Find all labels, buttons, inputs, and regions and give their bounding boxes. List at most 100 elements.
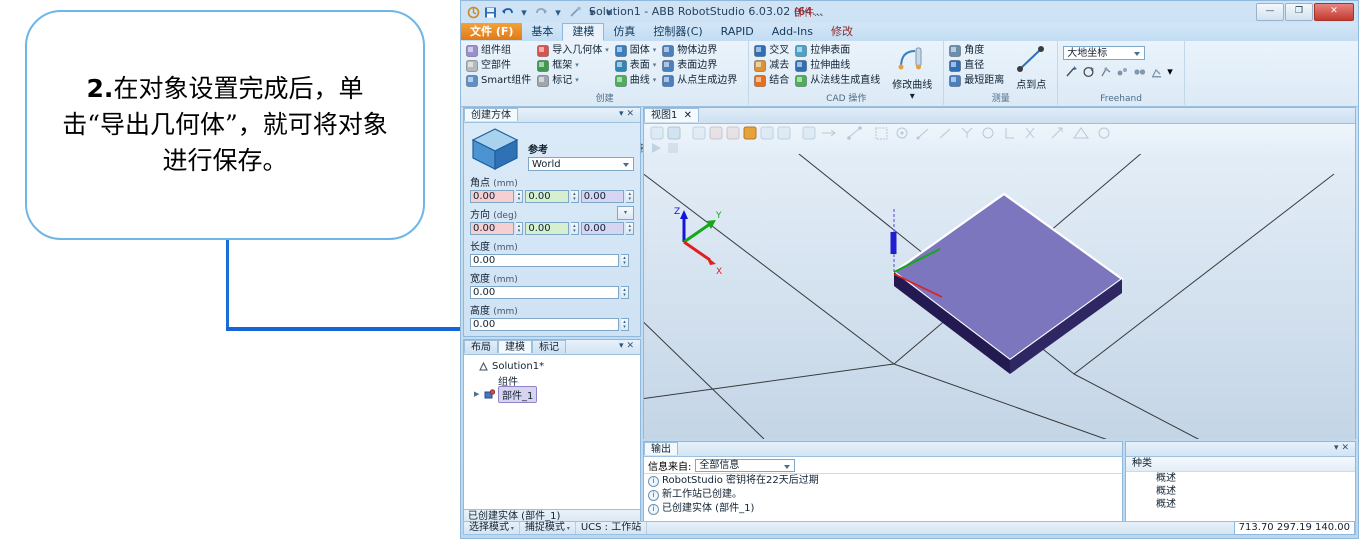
output-filter-row[interactable]: 信息来自: 全部信息 bbox=[644, 457, 1122, 474]
ribbon-item-Smart组件[interactable]: Smart组件 bbox=[466, 73, 531, 88]
viewport-canvas[interactable]: Z Y X bbox=[644, 154, 1355, 439]
input-角点-2[interactable]: 0.00 bbox=[580, 190, 625, 203]
undo-icon[interactable] bbox=[500, 6, 514, 20]
spinner-角点-1[interactable]: ▴ ▾ bbox=[571, 190, 579, 203]
statusbar-select-mode[interactable]: 选择模式 bbox=[464, 522, 520, 534]
jog-linear-icon[interactable] bbox=[1116, 65, 1129, 78]
output-message-list[interactable]: i RobotStudio 密钥将在22天后过期 i 新工作站已创建。 i 已创建实体 (… bbox=[644, 474, 1122, 516]
ribbon-item-最短距离[interactable]: 最短距离 bbox=[949, 73, 1004, 88]
maximize-button[interactable]: ❐ bbox=[1285, 3, 1313, 21]
ribbon-item-空部件[interactable]: 空部件 bbox=[466, 58, 531, 73]
output-filter-select[interactable]: 全部信息 bbox=[695, 458, 796, 472]
viewport-tabstrip[interactable]: 视图1 ✕ bbox=[644, 108, 1355, 124]
object-tree[interactable]: Solution1* 组件 ▶ 部件_1 bbox=[464, 355, 640, 405]
ribbon-tab-3[interactable]: 仿真 bbox=[604, 23, 644, 40]
output-row-1[interactable]: i 新工作站已创建。 bbox=[644, 488, 1122, 502]
browser-tab-标记[interactable]: 标记 bbox=[532, 340, 566, 353]
ribbon-tabstrip[interactable]: 文件 (F) 基本 建模 仿真 控制器(C) RAPID Add-Ins 修改 bbox=[461, 23, 1358, 42]
ribbon-tab-1[interactable]: 基本 bbox=[522, 23, 562, 40]
chevron-down-icon[interactable]: ▾ bbox=[575, 73, 579, 88]
ribbon-item-从点生成边界[interactable]: 从点生成边界 bbox=[662, 73, 737, 88]
ribbon-item-表面[interactable]: 表面 ▾ bbox=[614, 58, 657, 73]
save-icon[interactable] bbox=[483, 6, 497, 20]
statusbar-snap-mode[interactable]: 捕捉模式 bbox=[520, 522, 576, 534]
output-row-2[interactable]: i 已创建实体 (部件_1) bbox=[644, 502, 1122, 516]
output-tab[interactable]: 输出 bbox=[644, 442, 678, 455]
multirobot-icon[interactable] bbox=[1150, 65, 1163, 78]
orientation-picker-button[interactable]: ▾ bbox=[617, 206, 634, 220]
chevron-down-icon[interactable]: ▾ bbox=[653, 58, 657, 73]
input-角点-1[interactable]: 0.00 bbox=[525, 190, 570, 203]
ribbon-item-减去[interactable]: 减去 bbox=[754, 58, 789, 73]
tree-node-Solution1*[interactable]: Solution1* bbox=[468, 359, 636, 373]
close-button[interactable]: ✕ bbox=[1314, 3, 1354, 21]
ribbon-item-从法线生成直线[interactable]: 从法线生成直线 bbox=[795, 73, 880, 88]
input-方向-0[interactable]: 0.00 bbox=[470, 222, 514, 235]
ribbon-item-标记[interactable]: 标记 ▾ bbox=[537, 73, 609, 88]
chevron-down-icon[interactable]: ▾ bbox=[517, 6, 531, 20]
ribbon-item-交叉[interactable]: 交叉 bbox=[754, 43, 789, 58]
ribbon-item-框架[interactable]: 框架 ▾ bbox=[537, 58, 609, 73]
browser-tabs[interactable]: 布局 建模 标记 ▾✕ bbox=[464, 340, 640, 355]
viewport-tab[interactable]: 视图1 ✕ bbox=[644, 108, 699, 122]
input-方向-2[interactable]: 0.00 bbox=[580, 222, 625, 235]
ribbon-item-组件组[interactable]: 组件组 bbox=[466, 43, 531, 58]
minimize-button[interactable]: — bbox=[1256, 3, 1284, 21]
ribbon-tab-6[interactable]: Add-Ins bbox=[763, 23, 822, 40]
ribbon-item-导入几何体[interactable]: 导入几何体 ▾ bbox=[537, 43, 609, 58]
tree-node-组件[interactable]: 组件 bbox=[468, 373, 636, 388]
output-detail-window-buttons[interactable]: ▾✕ bbox=[1334, 443, 1352, 453]
output-row-0[interactable]: i RobotStudio 密钥将在22天后过期 bbox=[644, 474, 1122, 488]
spinner-方向-0[interactable]: ▴ ▾ bbox=[515, 222, 524, 235]
input-宽度-0[interactable]: 0.00 bbox=[470, 286, 619, 299]
ribbon-item-表面边界[interactable]: 表面边界 bbox=[662, 58, 737, 73]
expand-arrow-icon[interactable]: ▶ bbox=[474, 390, 481, 398]
ribbon-tab-5[interactable]: RAPID bbox=[712, 23, 763, 40]
create-panel-tab[interactable]: 创建方体 bbox=[464, 108, 518, 121]
ribbon-tab-4[interactable]: 控制器(C) bbox=[644, 23, 711, 40]
undo-circle-icon[interactable] bbox=[466, 6, 480, 20]
spinner-长度-0[interactable]: ▴ ▾ bbox=[621, 254, 629, 267]
redo-icon[interactable] bbox=[534, 6, 548, 20]
window-controls[interactable]: — ❐ ✕ bbox=[1256, 3, 1354, 21]
input-高度-0[interactable]: 0.00 bbox=[470, 318, 619, 331]
spinner-宽度-0[interactable]: ▴ ▾ bbox=[621, 286, 629, 299]
ribbon-item-固体[interactable]: 固体 ▾ bbox=[614, 43, 657, 58]
spinner-高度-0[interactable]: ▴ ▾ bbox=[621, 318, 629, 331]
input-长度-0[interactable]: 0.00 bbox=[470, 254, 619, 267]
ribbon-item-结合[interactable]: 结合 bbox=[754, 73, 789, 88]
close-icon[interactable]: ✕ bbox=[681, 110, 692, 121]
chevron-down-icon[interactable]: ▾ bbox=[653, 43, 657, 58]
spinner-角点-0[interactable]: ▴ ▾ bbox=[515, 190, 524, 203]
ribbon-item-角度[interactable]: 角度 bbox=[949, 43, 1004, 58]
freehand-more-icon[interactable]: ▾ bbox=[1167, 65, 1173, 78]
ribbon-item-拉伸表面[interactable]: 拉伸表面 bbox=[795, 43, 880, 58]
rotate-icon[interactable] bbox=[1082, 65, 1095, 78]
chevron-down-icon-2[interactable]: ▾ bbox=[551, 6, 565, 20]
ribbon-item-曲线[interactable]: 曲线 ▾ bbox=[614, 73, 657, 88]
browser-tab-建模[interactable]: 建模 bbox=[498, 340, 532, 353]
spinner-方向-1[interactable]: ▴ ▾ bbox=[571, 222, 579, 235]
ribbon-tab-7[interactable]: 修改 bbox=[822, 23, 862, 40]
ribbon-item-物体边界[interactable]: 物体边界 bbox=[662, 43, 737, 58]
move-icon[interactable] bbox=[1065, 65, 1078, 78]
browser-window-buttons[interactable]: ▾✕ bbox=[619, 341, 637, 351]
freehand-icon-row[interactable]: ▾ bbox=[1063, 65, 1173, 78]
chevron-down-icon[interactable]: ▾ bbox=[653, 73, 657, 88]
reference-select[interactable]: World bbox=[528, 157, 634, 171]
browser-tab-布局[interactable]: 布局 bbox=[464, 340, 498, 353]
jog-reorient-icon[interactable] bbox=[1133, 65, 1146, 78]
ribbon-button-点到点[interactable]: 点到点 bbox=[1010, 43, 1052, 91]
chevron-down-icon[interactable]: ▾ bbox=[605, 43, 609, 58]
coordinate-system-select[interactable]: 大地坐标 bbox=[1063, 46, 1146, 60]
create-panel-window-buttons[interactable]: ▾✕ bbox=[619, 109, 637, 119]
input-方向-1[interactable]: 0.00 bbox=[525, 222, 570, 235]
input-角点-0[interactable]: 0.00 bbox=[470, 190, 514, 203]
spinner-方向-2[interactable]: ▴ ▾ bbox=[626, 222, 635, 235]
spinner-角点-2[interactable]: ▴ ▾ bbox=[626, 190, 635, 203]
ribbon-item-拉伸曲线[interactable]: 拉伸曲线 bbox=[795, 58, 880, 73]
tree-node-部件_1[interactable]: ▶ 部件_1 bbox=[468, 385, 636, 403]
ribbon-tab-0[interactable]: 文件 (F) bbox=[461, 23, 523, 40]
viewport-toolbar[interactable] bbox=[644, 124, 1355, 157]
ribbon-item-直径[interactable]: 直径 bbox=[949, 58, 1004, 73]
